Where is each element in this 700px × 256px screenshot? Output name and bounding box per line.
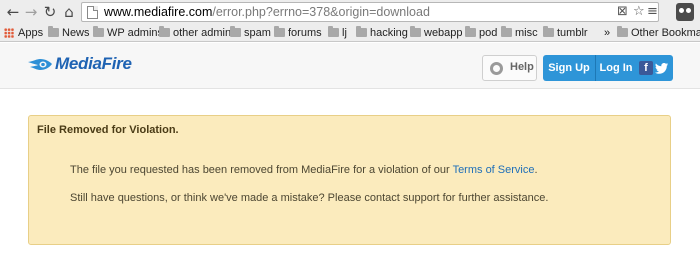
logo-text: MediaFire bbox=[55, 54, 132, 73]
twitter-icon[interactable] bbox=[655, 61, 669, 75]
notice-line-support: Still have questions, or think we've mad… bbox=[70, 192, 549, 204]
folder-icon bbox=[328, 26, 339, 37]
bookmark-label: News bbox=[62, 27, 90, 39]
owl-icon[interactable] bbox=[676, 3, 694, 21]
menu-icon[interactable]: ≡ bbox=[647, 4, 658, 20]
bookmark-label: WP admins bbox=[107, 27, 164, 39]
page-icon bbox=[87, 6, 98, 19]
folder-icon bbox=[274, 26, 285, 37]
log-in-button[interactable]: Log In bbox=[596, 55, 636, 81]
forward-button[interactable]: → bbox=[22, 3, 40, 21]
reload-button[interactable]: ↻ bbox=[41, 3, 59, 21]
bookmark-label: Apps bbox=[18, 27, 44, 39]
bookmark-label: misc bbox=[515, 27, 538, 39]
bookmark-label: webapp bbox=[424, 27, 463, 39]
bookmarks-overflow[interactable]: » bbox=[604, 25, 610, 41]
folder-icon bbox=[230, 26, 241, 37]
flame-logo-icon bbox=[28, 59, 52, 70]
notice-text-suffix: . bbox=[534, 164, 538, 176]
notice-line-removed: The file you requested has been removed … bbox=[70, 164, 538, 176]
home-button[interactable]: ⌂ bbox=[60, 3, 78, 21]
folder-icon bbox=[93, 26, 104, 37]
apps-icon bbox=[4, 28, 14, 38]
address-bar[interactable]: www.mediafire.com/error.php?errno=378&or… bbox=[81, 2, 659, 22]
folder-icon bbox=[48, 26, 59, 37]
clear-icon[interactable]: ⊠ bbox=[617, 4, 628, 20]
url-host: www.mediafire.com bbox=[104, 5, 213, 19]
auth-button-group: Sign Up Log In f bbox=[543, 55, 673, 81]
browser-toolbar: ← → ↻ ⌂ www.mediafire.com/error.php?errn… bbox=[0, 0, 700, 24]
bookmark-label: Other Bookmarks bbox=[631, 27, 700, 39]
folder-icon bbox=[543, 26, 554, 37]
bookmark-label: lj bbox=[342, 27, 347, 39]
help-button[interactable]: Help bbox=[482, 55, 537, 81]
url-path: /error.php?errno=378&origin=download bbox=[212, 5, 430, 19]
facebook-icon[interactable]: f bbox=[639, 61, 653, 75]
lifebuoy-icon bbox=[490, 62, 503, 75]
folder-icon bbox=[465, 26, 476, 37]
folder-icon bbox=[410, 26, 421, 37]
folder-icon bbox=[501, 26, 512, 37]
star-icon[interactable]: ☆ bbox=[633, 4, 645, 20]
bookmark-label: spam bbox=[244, 27, 271, 39]
bookmark-label: pod bbox=[479, 27, 498, 39]
bookmark-label: forums bbox=[288, 27, 322, 39]
back-button[interactable]: ← bbox=[4, 3, 22, 21]
bookmark-label: hacking bbox=[370, 27, 408, 39]
url-text[interactable]: www.mediafire.com/error.php?errno=378&or… bbox=[104, 5, 430, 20]
help-label: Help bbox=[510, 61, 534, 73]
folder-icon bbox=[356, 26, 367, 37]
notice-text: The file you requested has been removed … bbox=[70, 164, 453, 176]
bookmarks-bar: Apps News WP admins other admin spam for… bbox=[0, 24, 700, 42]
terms-of-service-link[interactable]: Terms of Service bbox=[453, 164, 535, 176]
bookmark-label: tumblr bbox=[557, 27, 588, 39]
sign-up-button[interactable]: Sign Up bbox=[543, 55, 595, 81]
notice-title: File Removed for Violation. bbox=[37, 124, 179, 136]
folder-icon bbox=[617, 26, 628, 37]
folder-icon bbox=[159, 26, 170, 37]
error-notice: File Removed for Violation. The file you… bbox=[28, 115, 671, 245]
site-header: MediaFire Help Sign Up Log In f bbox=[0, 43, 700, 89]
bookmark-label: other admin bbox=[173, 27, 232, 39]
